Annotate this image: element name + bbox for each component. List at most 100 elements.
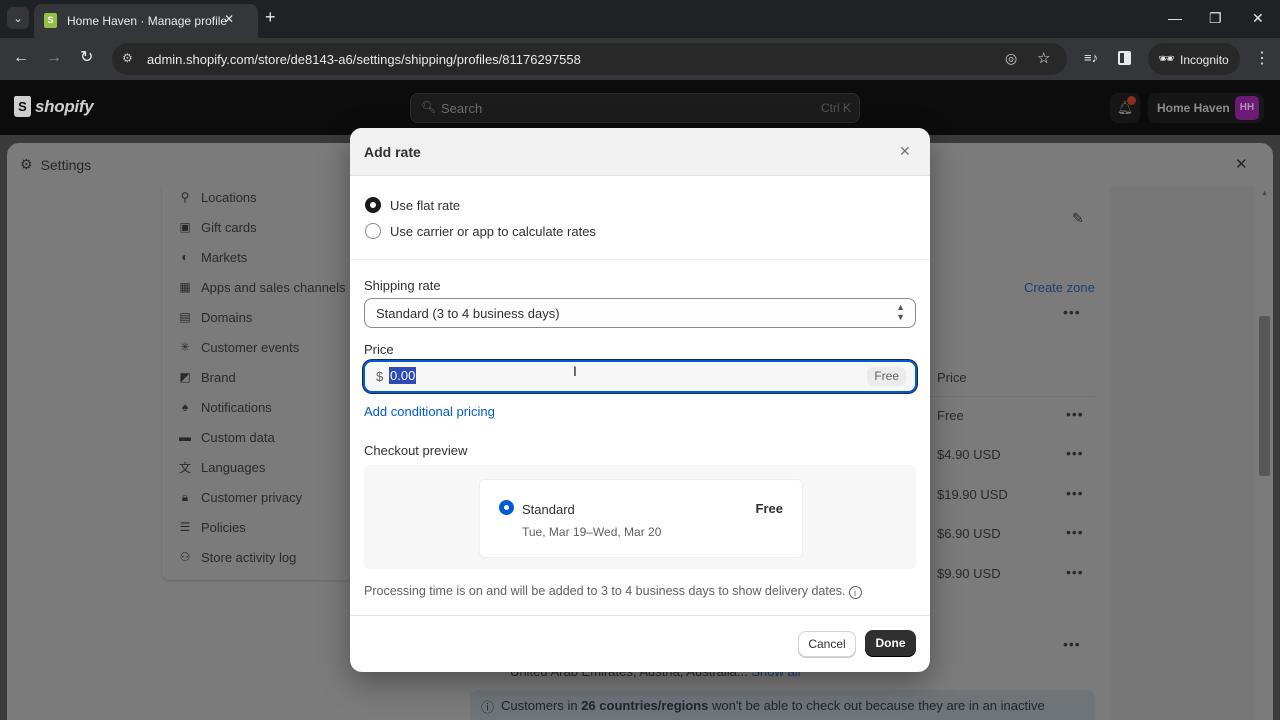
sidebar-item-customer-events[interactable]: ✳ Customer events [178,337,299,357]
scroll-up-arrow-icon[interactable]: ▲ [1261,190,1268,197]
edit-pencil-icon[interactable]: ✎ [1072,210,1084,227]
scrollbar-thumb[interactable] [1259,316,1270,476]
forward-icon[interactable]: → [46,49,62,67]
reload-icon[interactable]: ↻ [80,49,93,67]
price-input[interactable]: $ 0.00 Free [363,360,917,393]
gift-card-icon: ▣ [179,220,191,234]
lock-icon: 🔒︎ [181,489,189,504]
info-icon[interactable]: i [848,586,862,599]
side-panel-icon[interactable] [1118,51,1131,65]
address-bar[interactable]: ⚙ admin.shopify.com/store/de8143-a6/sett… [112,43,1067,75]
add-conditional-pricing-link[interactable]: Add conditional pricing [364,404,495,419]
cancel-button[interactable]: Cancel [798,631,856,657]
radio-carrier-rate[interactable]: Use carrier or app to calculate rates [365,223,596,239]
banner-prefix: Customers in [501,698,582,713]
sidebar-item-gift-cards[interactable]: ▣ Gift cards [178,217,256,237]
more-actions-icon[interactable]: ••• [1063,304,1081,320]
notifications-button[interactable]: 🔔︎ [1110,93,1140,123]
tab-close-icon[interactable]: ✕ [224,12,234,26]
divider [930,396,1095,397]
sidebar-item-label: Store activity log [201,549,297,565]
shipping-rate-label: Shipping rate [364,278,441,293]
gear-icon: ⚙ [20,156,33,172]
apps-icon: ▦ [179,280,191,294]
done-button[interactable]: Done [865,630,916,657]
sidebar-item-domains[interactable]: ▤ Domains [178,307,252,327]
store-menu-button[interactable]: Home Haven HH [1148,93,1264,123]
rate-price: $6.90 USD [937,526,1001,541]
incognito-badge[interactable]: 🕶 Incognito [1148,43,1240,75]
sidebar-item-label: Brand [201,369,236,385]
preview-radio-icon [499,500,514,515]
create-zone-link[interactable]: Create zone [1024,280,1095,295]
settings-close-icon[interactable]: ✕ [1235,155,1248,173]
browser-toolbar: ← → ↻ ⚙ admin.shopify.com/store/de8143-a… [0,38,1280,80]
rate-actions-icon[interactable]: ••• [1066,524,1084,540]
back-icon[interactable]: ← [13,49,29,67]
rate-actions-icon[interactable]: ••• [1066,485,1084,501]
minimize-icon[interactable]: — [1168,10,1182,26]
sidebar-item-label: Apps and sales channels [201,279,346,295]
chevron-down-icon: ⌄ [13,12,23,25]
checkout-preview-label: Checkout preview [364,443,468,458]
processing-note: Processing time is on and will be added … [364,584,862,599]
domain-icon: ▤ [179,310,191,324]
shopify-top-bar: S shopify 🔍︎ Search Ctrl K 🔔︎ Home Haven… [0,80,1280,135]
tab-search-button[interactable]: ⌄ [7,7,29,29]
globe-dollar-icon: ◐ [181,250,189,264]
rate-actions-icon[interactable]: ••• [1066,564,1084,580]
shopify-wordmark: shopify [35,96,94,116]
radio-unselected-icon[interactable] [365,223,381,239]
sidebar-item-markets[interactable]: ◐ Markets [178,247,247,267]
processing-note-text: Processing time is on and will be added … [364,584,846,598]
media-control-icon[interactable]: ≡♪ [1084,50,1098,65]
add-rate-modal: Add rate ✕ Use flat rate Use carrier or … [350,128,930,672]
brand-icon: ◩ [179,370,191,384]
divider [350,615,930,616]
shopify-logo[interactable]: S shopify [14,96,94,117]
divider [350,259,930,260]
sidebar-item-label: Locations [201,189,257,205]
sidebar-item-brand[interactable]: ◩ Brand [178,367,236,387]
sidebar-item-languages[interactable]: 文 Languages [178,457,265,477]
new-tab-button[interactable]: + [265,8,276,26]
admin-search-input[interactable]: 🔍︎ Search Ctrl K [410,93,860,123]
sidebar-item-notifications[interactable]: ♠ Notifications [178,397,272,417]
rate-actions-icon[interactable]: ••• [1066,445,1084,461]
bookmark-star-icon[interactable]: ☆ [1037,49,1050,67]
browser-menu-icon[interactable]: ⋮ [1254,48,1270,68]
sidebar-item-locations[interactable]: ⚲ Locations [178,187,257,207]
sidebar-item-label: Customer privacy [201,489,303,505]
sidebar-item-store-activity-log[interactable]: ⚇ Store activity log [178,547,297,567]
price-value-selected[interactable]: 0.00 [389,367,417,384]
url-text[interactable]: admin.shopify.com/store/de8143-a6/settin… [147,52,581,67]
radio-flat-rate[interactable]: Use flat rate [365,197,460,213]
restore-icon[interactable]: ❐ [1209,10,1222,27]
sidebar-item-custom-data[interactable]: ▬ Custom data [178,427,275,447]
zone-actions-icon[interactable]: ••• [1063,636,1081,652]
settings-header: ⚙ Settings [20,156,91,173]
modal-close-icon[interactable]: ✕ [899,143,911,160]
activity-log-icon: ⚇ [179,550,191,564]
rate-actions-icon[interactable]: ••• [1066,406,1084,422]
settings-nav: ⚲ Locations ▣ Gift cards ◐ Markets ▦ Apps an… [162,187,357,580]
price-label: Price [364,342,394,357]
sidebar-item-label: Custom data [201,429,275,445]
browser-tab[interactable]: S Home Haven · Manage profile · Shopify … [34,4,258,38]
sidebar-item-apps[interactable]: ▦ Apps and sales channels [178,277,346,297]
site-info-icon[interactable]: ⚙ [122,51,133,65]
radio-label: Use flat rate [390,197,461,213]
browser-tab-strip: ⌄ S Home Haven · Manage profile · Shopif… [0,0,1280,38]
window-close-icon[interactable]: ✕ [1252,10,1264,27]
notification-badge [1127,96,1136,105]
shipping-rate-select[interactable]: Standard (3 to 4 business days) ▲ ▼ [364,298,916,328]
policy-icon: ☰ [179,520,191,534]
eye-off-icon[interactable]: ◎ [1005,50,1017,67]
shopify-bag-icon: S [14,96,31,117]
sidebar-item-customer-privacy[interactable]: 🔒︎ Customer privacy [178,487,302,507]
sidebar-item-label: Domains [201,309,253,325]
rate-price: Free [937,408,964,423]
sidebar-item-policies[interactable]: ☰ Policies [178,517,246,537]
radio-selected-icon[interactable] [365,197,381,213]
tab-title: Home Haven · Manage profile · Shopify [67,14,227,28]
